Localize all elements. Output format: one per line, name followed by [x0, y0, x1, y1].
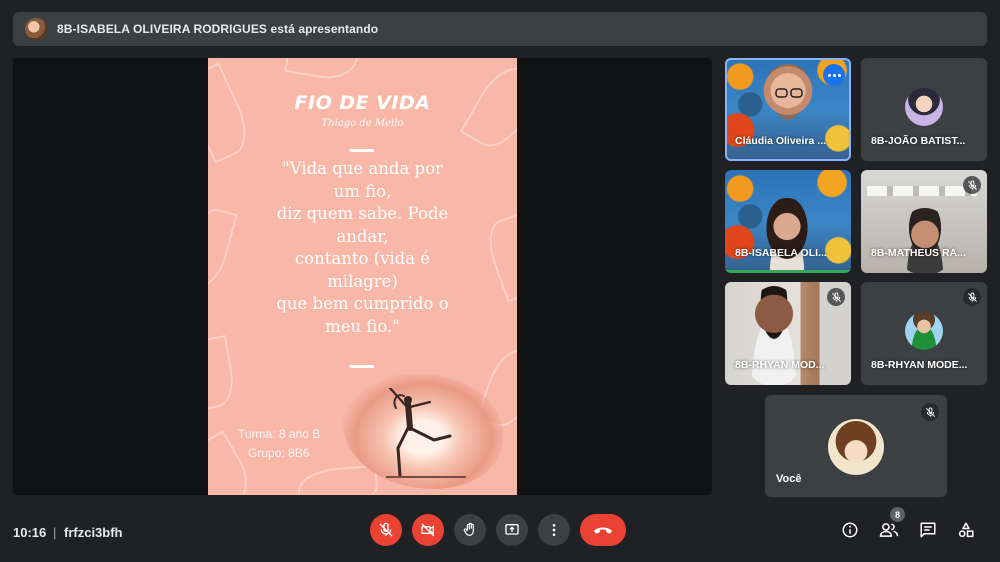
- divider: [350, 365, 374, 368]
- poem-line: um fio,: [333, 181, 392, 201]
- participant-name: 8B-JOÃO BATIST...: [871, 135, 966, 147]
- dancer-silhouette: [386, 388, 466, 478]
- meeting-code: frfzci3bfh: [64, 525, 123, 540]
- people-icon: [879, 523, 899, 537]
- leaf-decoration: [208, 335, 238, 411]
- leaf-decoration: [284, 58, 362, 84]
- poem-line: andar,: [336, 226, 389, 246]
- mic-off-icon: [963, 176, 981, 194]
- participant-avatar: [905, 312, 943, 350]
- presentation-stage[interactable]: FIO DE VIDA Thiago de Mello "Vida que an…: [13, 58, 712, 495]
- mic-off-icon: [921, 403, 939, 421]
- mic-off-icon: [963, 288, 981, 306]
- self-tile[interactable]: Você: [765, 395, 947, 497]
- clock-time: 10:16: [13, 525, 47, 540]
- self-name: Você: [776, 473, 802, 485]
- self-avatar: [828, 419, 884, 475]
- info-icon: [842, 522, 858, 538]
- participant-tile[interactable]: 8B-JOÃO BATIST...: [861, 58, 987, 161]
- poem-line: meu fio.": [325, 316, 400, 336]
- poem-line: milagre): [327, 271, 398, 291]
- activities-button[interactable]: [955, 519, 977, 541]
- participant-name: Cláudia Oliveira ...: [735, 135, 827, 147]
- mic-off-icon: [827, 288, 845, 306]
- participant-tile[interactable]: Cláudia Oliveira ...: [725, 58, 851, 161]
- poem-line: "Vida que anda por: [282, 159, 443, 178]
- chat-icon: [920, 522, 936, 538]
- slide-author: Thiago de Mello: [321, 118, 404, 129]
- speaking-indicator: [725, 270, 851, 273]
- participant-tile[interactable]: 8B-RHYAN MOD...: [725, 282, 851, 385]
- participant-name: 8B-RHYAN MOD...: [735, 359, 825, 371]
- camera-toggle-button[interactable]: [412, 514, 444, 546]
- more-options-button[interactable]: [538, 514, 570, 546]
- participant-video: [759, 64, 817, 140]
- separator: |: [53, 525, 57, 540]
- poem-line: diz quem sabe. Pode: [276, 204, 449, 223]
- participant-tile[interactable]: 8B-ISABELA OLI...: [725, 170, 851, 273]
- more-vert-icon: [552, 524, 556, 536]
- participant-avatar: [905, 88, 943, 126]
- mic-toggle-button[interactable]: [370, 514, 402, 546]
- participant-video: [897, 208, 953, 273]
- participant-video: [757, 198, 817, 273]
- meet-window: 8B-ISABELA OLIVEIRA RODRIGUES está apres…: [0, 0, 1000, 562]
- leaf-decoration: [208, 204, 238, 292]
- participant-count-badge: 8: [890, 507, 905, 522]
- presenting-banner: 8B-ISABELA OLIVEIRA RODRIGUES está apres…: [13, 12, 987, 46]
- slide-title: FIO DE VIDA: [294, 92, 431, 114]
- class-label: Turma: 8 ano B: [238, 427, 321, 441]
- mic-off-icon: [379, 522, 393, 537]
- participant-name: 8B-MATHEUS RA...: [871, 247, 966, 259]
- participant-name: 8B-ISABELA OLI...: [735, 247, 827, 259]
- present-icon: [505, 524, 519, 535]
- meeting-details-button[interactable]: [839, 519, 861, 541]
- poem-line: contanto (vida é: [294, 249, 431, 268]
- camera-off-icon: [421, 523, 435, 537]
- people-button[interactable]: [878, 519, 900, 541]
- hand-icon: [463, 522, 474, 536]
- divider: [350, 149, 374, 152]
- bottom-toolbar: 10:16 | frfzci3bfh: [0, 505, 1000, 562]
- glasses-shape: [775, 88, 803, 98]
- leave-call-button[interactable]: [580, 514, 626, 546]
- participant-name: 8B-RHYAN MODE...: [871, 359, 968, 371]
- present-screen-button[interactable]: [496, 514, 528, 546]
- group-label: Grupo: 8B6: [248, 446, 310, 460]
- ceiling-lights: [867, 186, 977, 196]
- hang-up-icon: [593, 527, 613, 534]
- poem-text: "Vida que anda por um fio, diz quem sabe…: [236, 158, 489, 338]
- raise-hand-button[interactable]: [454, 514, 486, 546]
- participant-tile[interactable]: 8B-MATHEUS RA...: [861, 170, 987, 273]
- presentation-slide: FIO DE VIDA Thiago de Mello "Vida que an…: [208, 58, 517, 495]
- poem-line: que bem cumprido o: [276, 294, 449, 313]
- chat-button[interactable]: [917, 519, 939, 541]
- more-options-icon[interactable]: [823, 64, 845, 86]
- leaf-decoration: [296, 464, 380, 495]
- participant-tile[interactable]: 8B-RHYAN MODE...: [861, 282, 987, 385]
- slide-credits: Turma: 8 ano B Grupo: 8B6: [238, 425, 320, 463]
- presenting-text: 8B-ISABELA OLIVEIRA RODRIGUES está apres…: [57, 22, 379, 36]
- activities-icon: [958, 522, 974, 538]
- presenter-avatar: [25, 18, 47, 40]
